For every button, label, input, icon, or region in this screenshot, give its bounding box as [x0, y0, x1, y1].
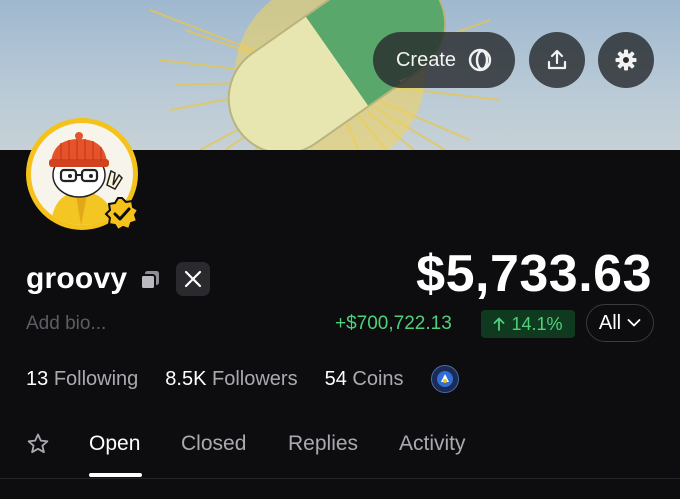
coins-stat[interactable]: 54 Coins [325, 368, 404, 391]
coins-label: Coins [352, 367, 404, 390]
settings-button[interactable] [598, 32, 654, 88]
profile-tabs: Open Closed Replies Activity [0, 420, 680, 478]
active-tab-indicator [89, 473, 142, 477]
tabs-divider [0, 478, 680, 479]
arrow-up-icon [494, 317, 505, 331]
following-stat[interactable]: 13 Following [26, 368, 138, 391]
following-label: Following [53, 367, 139, 390]
create-button-label: Create [395, 48, 457, 71]
time-range-dropdown[interactable]: All [586, 304, 654, 342]
followers-label: Followers [212, 367, 298, 390]
chevron-down-icon [627, 319, 641, 327]
coin-badge-icon[interactable] [430, 365, 459, 393]
copy-icon[interactable] [138, 268, 162, 292]
verified-badge-icon [104, 197, 140, 232]
profile-stats: 13 Following 8.5K Followers 54 Coins [26, 365, 459, 393]
username: groovy [26, 262, 128, 295]
star-icon[interactable] [26, 432, 50, 456]
followers-stat[interactable]: 8.5K Followers [165, 368, 297, 391]
pnl-percent-badge: 14.1% [481, 310, 575, 338]
circle-logo-icon [468, 48, 492, 72]
tab-replies[interactable]: Replies [288, 432, 358, 456]
upload-icon [547, 49, 567, 70]
x-profile-link[interactable] [176, 262, 210, 296]
x-logo-icon [184, 270, 202, 288]
portfolio-balance: $5,733.63 [416, 245, 652, 303]
tab-closed[interactable]: Closed [181, 432, 246, 456]
following-count: 13 [26, 367, 49, 390]
followers-count: 8.5K [165, 367, 207, 390]
create-button[interactable]: Create [373, 32, 515, 88]
pnl-percent: 14.1% [511, 313, 563, 334]
tab-activity[interactable]: Activity [399, 432, 466, 456]
share-button[interactable] [529, 32, 585, 88]
tab-open[interactable]: Open [89, 432, 140, 456]
gear-icon [615, 49, 637, 71]
bio-placeholder[interactable]: Add bio... [26, 313, 106, 335]
coins-count: 54 [324, 367, 347, 390]
time-range-label: All [598, 311, 622, 334]
pnl-value: +$700,722.13 [335, 313, 452, 334]
